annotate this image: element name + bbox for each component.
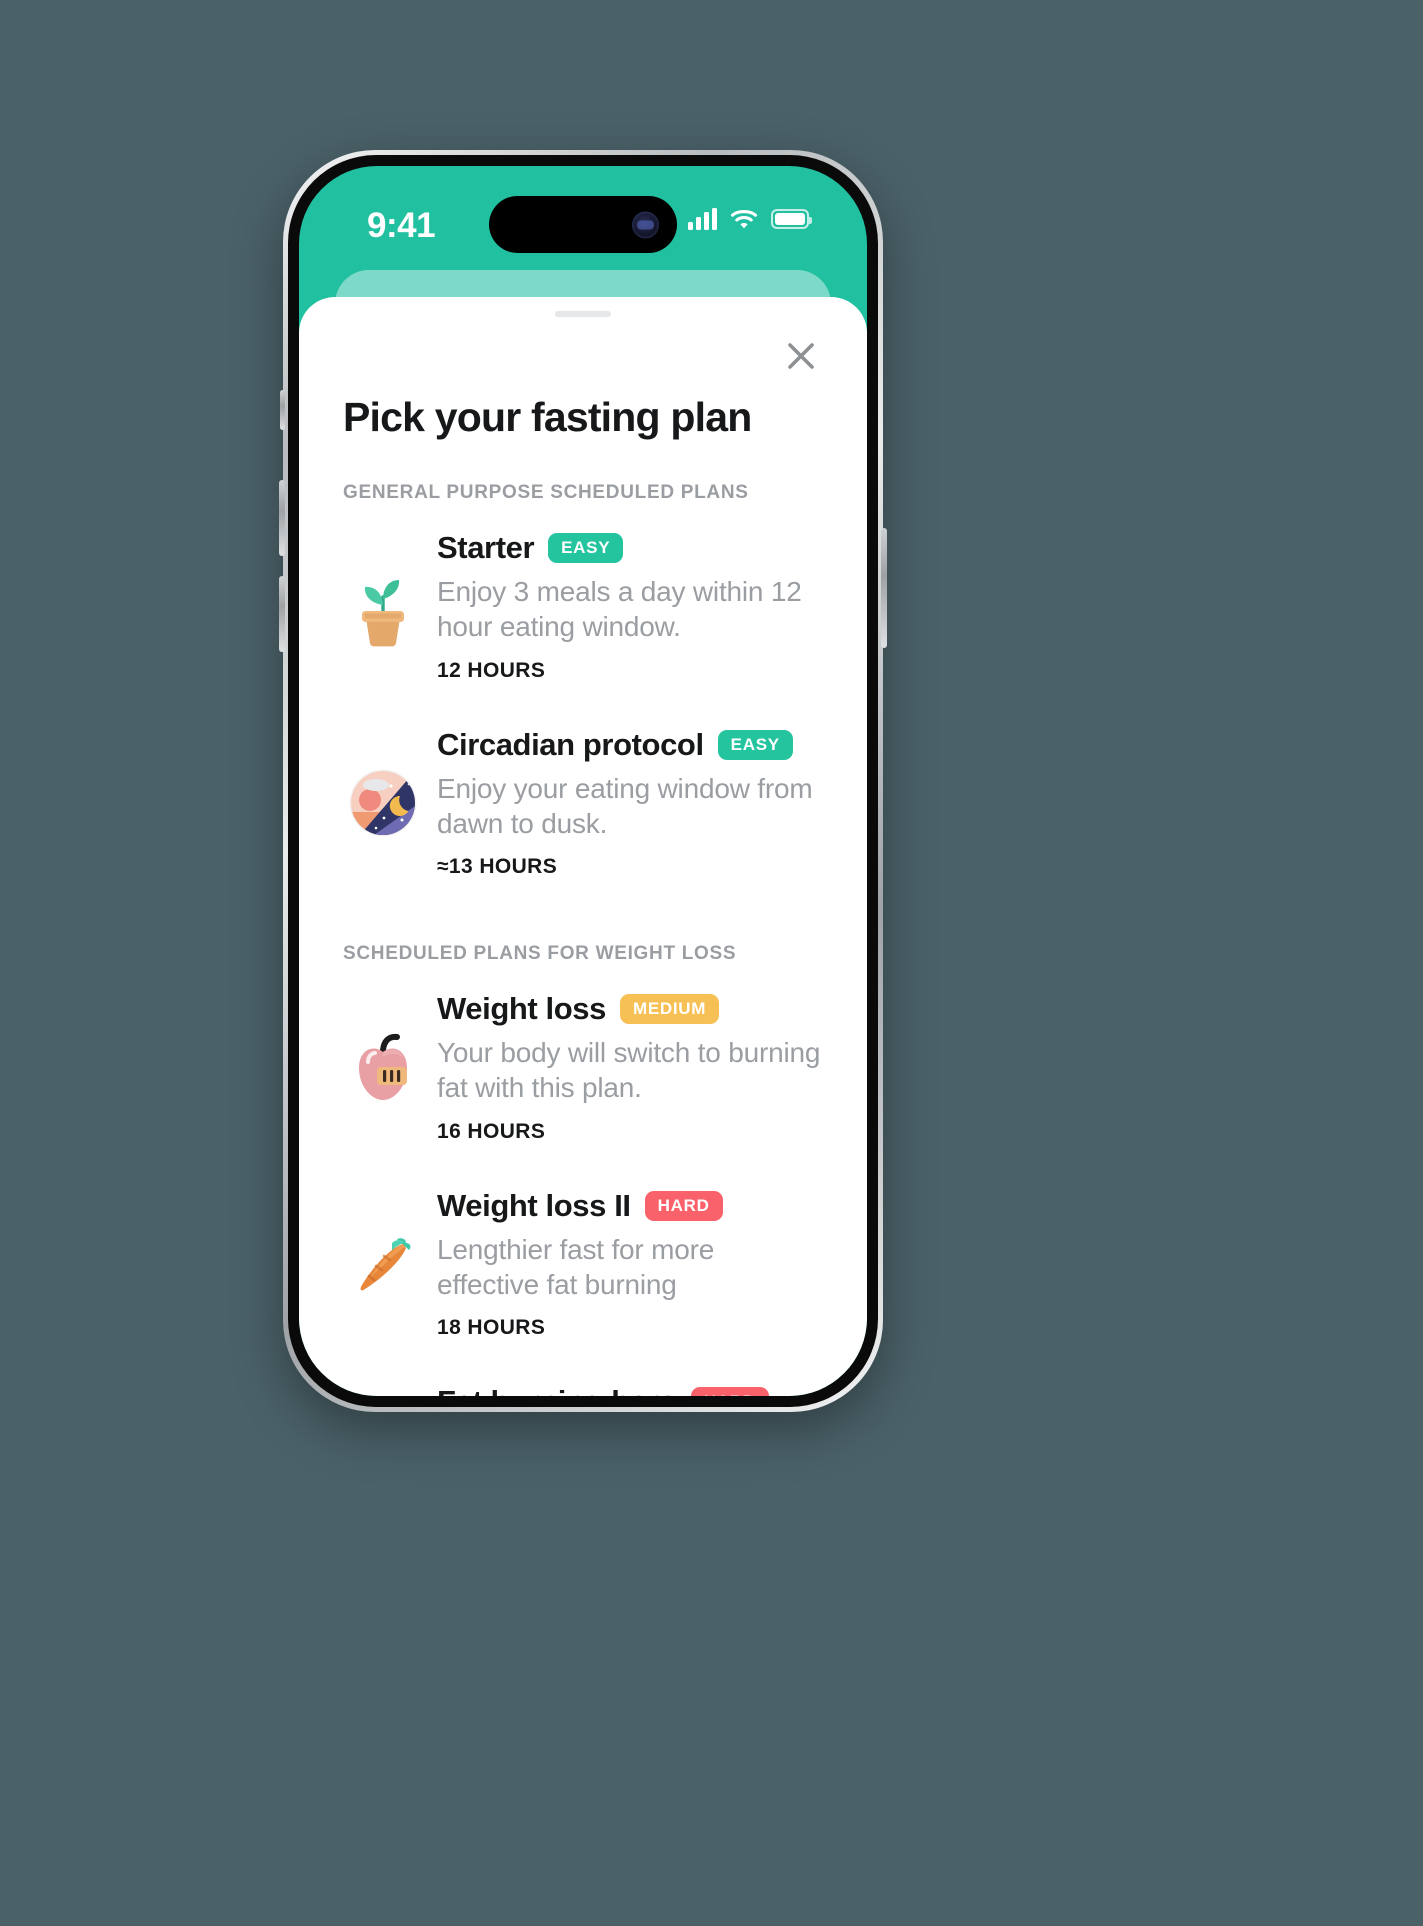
plan-description: Your body will switch to burning fat wit… [437, 1037, 821, 1104]
carrot-icon [335, 1216, 431, 1312]
difficulty-badge: MEDIUM [620, 994, 720, 1025]
plan-header: Weight loss MEDIUM [437, 991, 823, 1027]
plan-info: Weight loss II HARD Lengthier fast for m… [437, 1188, 823, 1341]
apple-measuring-tape-icon [335, 1019, 431, 1115]
screenshot-canvas: 9:41 Pick your fasting plan GENERAL PURP… [0, 0, 1423, 1926]
potted-plant-icon [335, 558, 431, 654]
plan-row-fat-burning-hero[interactable]: Fat burning hero HARD Challenge yourself… [299, 1362, 867, 1396]
section-label-general: GENERAL PURPOSE SCHEDULED PLANS [343, 482, 749, 504]
fasting-plan-sheet: Pick your fasting plan GENERAL PURPOSE S… [299, 297, 867, 1396]
plan-name: Fat burning hero [437, 1384, 677, 1396]
plan-header: Circadian protocol EASY [437, 727, 823, 763]
plan-name: Weight loss [437, 991, 606, 1027]
status-icons [688, 208, 812, 230]
volume-up-button[interactable] [279, 480, 285, 556]
plan-list-general: Starter EASY Enjoy 3 meals a day within … [299, 508, 867, 901]
plan-info: Weight loss MEDIUM Your body will switch… [437, 991, 823, 1144]
plan-info: Starter EASY Enjoy 3 meals a day within … [437, 530, 823, 683]
plan-row-circadian-protocol[interactable]: Circadian protocol EASY Enjoy your eatin… [299, 705, 867, 902]
plan-row-weight-loss[interactable]: Weight loss MEDIUM Your body will switch… [299, 969, 867, 1166]
plan-row-weight-loss-ii[interactable]: Weight loss II HARD Lengthier fast for m… [299, 1166, 867, 1363]
plan-duration: ≈13 HOURS [437, 855, 558, 879]
difficulty-badge: EASY [548, 533, 624, 564]
section-label-weight-loss: SCHEDULED PLANS FOR WEIGHT LOSS [343, 943, 737, 965]
difficulty-badge: HARD [644, 1190, 723, 1221]
plan-description: Enjoy your eating window from dawn to du… [437, 772, 813, 839]
silent-switch[interactable] [280, 390, 285, 430]
status-clock: 9:41 [367, 206, 436, 245]
plan-name: Weight loss II [437, 1187, 631, 1223]
difficulty-badge: HARD [690, 1387, 769, 1396]
plan-list-weight-loss: Weight loss MEDIUM Your body will switch… [299, 969, 867, 1396]
plan-description: Lengthier fast for more effective fat bu… [437, 1233, 715, 1300]
page-title: Pick your fasting plan [343, 394, 752, 440]
sheet-content: Pick your fasting plan GENERAL PURPOSE S… [299, 297, 867, 1396]
phone-screen: 9:41 Pick your fasting plan GENERAL PURP… [299, 166, 867, 1396]
difficulty-badge: EASY [717, 729, 793, 760]
phone-frame: 9:41 Pick your fasting plan GENERAL PURP… [279, 150, 887, 1412]
phone-bezel: 9:41 Pick your fasting plan GENERAL PURP… [288, 155, 878, 1407]
plan-duration: 12 HOURS [437, 658, 546, 682]
plan-name: Circadian protocol [437, 726, 704, 762]
front-camera-icon [632, 211, 659, 238]
battery-full-icon [771, 209, 812, 229]
volume-down-button[interactable] [279, 576, 285, 652]
plan-row-starter[interactable]: Starter EASY Enjoy 3 meals a day within … [299, 508, 867, 705]
plan-description: Enjoy 3 meals a day within 12 hour eatin… [437, 576, 802, 643]
plan-duration: 18 HOURS [437, 1316, 546, 1340]
plan-header: Fat burning hero HARD [437, 1384, 823, 1396]
plan-info: Circadian protocol EASY Enjoy your eatin… [437, 727, 823, 880]
status-bar: 9:41 [299, 166, 867, 284]
plan-duration: 16 HOURS [437, 1119, 546, 1143]
dynamic-island [489, 196, 677, 253]
day-night-circle-icon [335, 755, 431, 851]
power-button[interactable] [881, 528, 887, 648]
wifi-icon [730, 208, 758, 230]
plan-info: Fat burning hero HARD Challenge yourself… [437, 1384, 823, 1396]
plan-header: Starter EASY [437, 530, 823, 566]
cellular-signal-icon [688, 208, 717, 230]
plan-header: Weight loss II HARD [437, 1188, 823, 1224]
plan-name: Starter [437, 530, 535, 566]
